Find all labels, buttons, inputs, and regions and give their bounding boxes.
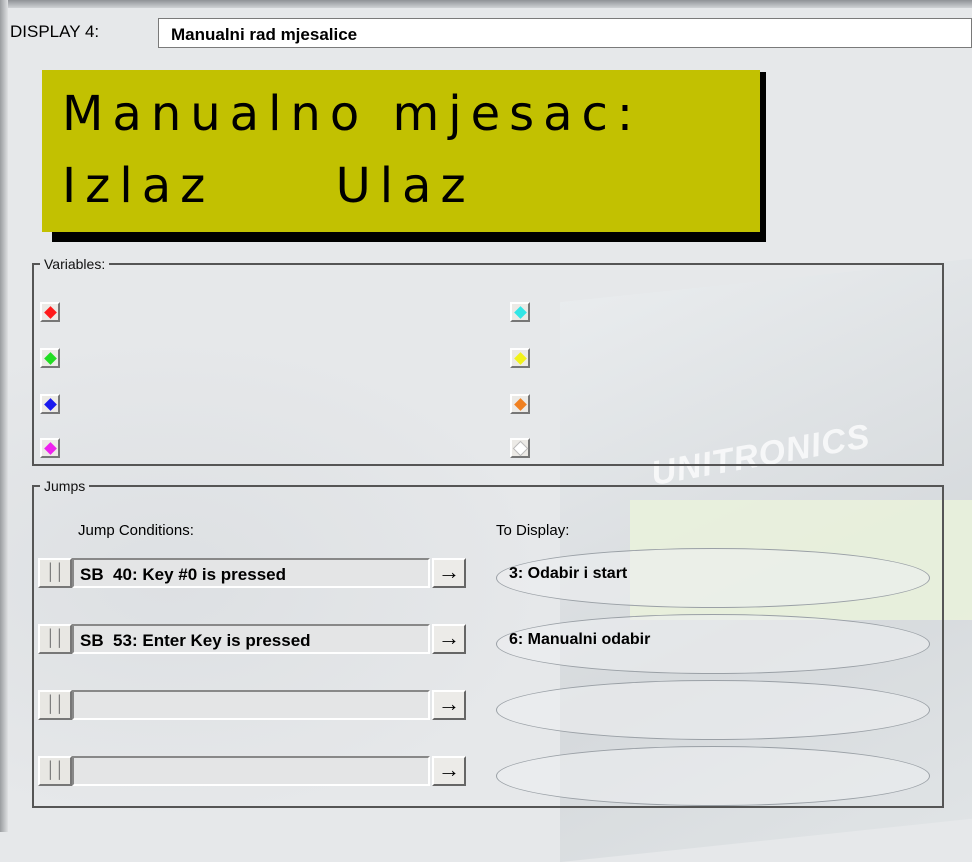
contact-icon[interactable]: ││ [38, 690, 72, 720]
green-diamond-icon [44, 352, 57, 365]
jump-target-label: 3: Odabir i start [509, 565, 628, 582]
to-display-header: To Display: [496, 522, 570, 539]
variable-slot-4[interactable] [40, 438, 60, 458]
lcd-screen[interactable]: Manualno mjesac: Izlaz Ulaz [42, 70, 760, 232]
variable-slot-1[interactable] [40, 302, 60, 322]
variables-legend: Variables: [44, 256, 106, 272]
blue-diamond-icon [44, 398, 57, 411]
jumps-legend: Jumps [44, 478, 86, 494]
arrow-right-icon[interactable]: → [432, 690, 466, 720]
yellow-diamond-icon [514, 352, 527, 365]
display-name-field[interactable]: Manualni rad mjesalice [158, 18, 972, 48]
red-diamond-icon [44, 306, 57, 319]
jump-target-4[interactable] [496, 746, 930, 806]
arrow-right-icon[interactable]: → [432, 558, 466, 588]
white-diamond-icon [512, 440, 529, 457]
jump-target-3[interactable] [496, 680, 930, 740]
arrow-right-icon[interactable]: → [432, 756, 466, 786]
jump-condition-field[interactable] [72, 756, 430, 786]
contact-icon[interactable]: ││ [38, 624, 72, 654]
jump-condition-field[interactable] [72, 690, 430, 720]
variables-group: Variables: [32, 256, 944, 466]
lcd-line-2: Izlaz Ulaz [62, 158, 475, 214]
window-top-border [0, 0, 972, 8]
jump-target-1[interactable]: 3: Odabir i start [496, 548, 930, 608]
jump-target-label: 6: Manualni odabir [509, 631, 651, 648]
magenta-diamond-icon [44, 442, 57, 455]
display-number-label: DISPLAY 4: [10, 22, 100, 41]
variable-slot-8[interactable] [510, 438, 530, 458]
jump-conditions-header: Jump Conditions: [78, 522, 194, 539]
jump-condition-field[interactable]: SB 40: Key #0 is pressed [72, 558, 430, 588]
jump-target-2[interactable]: 6: Manualni odabir [496, 614, 930, 674]
orange-diamond-icon [514, 398, 527, 411]
contact-icon[interactable]: ││ [38, 558, 72, 588]
contact-icon[interactable]: ││ [38, 756, 72, 786]
variable-slot-7[interactable] [510, 394, 530, 414]
variable-slot-5[interactable] [510, 302, 530, 322]
variable-slot-3[interactable] [40, 394, 60, 414]
arrow-right-icon[interactable]: → [432, 624, 466, 654]
window-left-border [0, 0, 8, 832]
display-title-row: DISPLAY 4: Manualni rad mjesalice [8, 18, 972, 50]
cyan-diamond-icon [514, 306, 527, 319]
lcd-line-1: Manualno mjesac: [62, 86, 643, 142]
jump-condition-field[interactable]: SB 53: Enter Key is pressed [72, 624, 430, 654]
jumps-group: Jumps Jump Conditions: To Display: ││ SB… [32, 478, 944, 808]
variable-slot-2[interactable] [40, 348, 60, 368]
variable-slot-6[interactable] [510, 348, 530, 368]
